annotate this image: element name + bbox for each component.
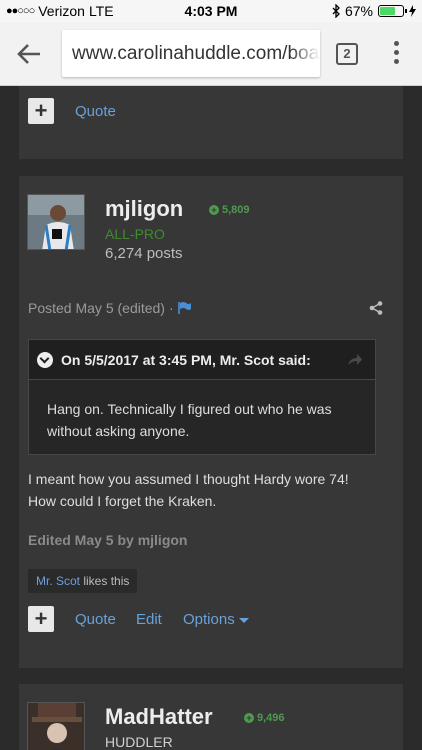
plus-circle-icon: +	[209, 205, 219, 215]
back-arrow-icon[interactable]	[14, 39, 44, 69]
reputation-value: 9,496	[257, 712, 285, 724]
multiquote-plus-button[interactable]: +	[28, 98, 54, 124]
go-to-post-icon[interactable]	[347, 353, 363, 367]
caret-down-icon	[238, 617, 249, 623]
options-menu[interactable]: Options	[183, 611, 249, 628]
battery-fill	[380, 7, 395, 15]
post-count: 6,274 posts	[105, 245, 183, 262]
post-text-line: I meant how you assumed I thought Hardy …	[28, 471, 349, 487]
battery-percent: 67%	[344, 3, 373, 19]
bluetooth-icon	[332, 4, 340, 18]
post-meta: Posted May 5 (edited) ·	[28, 300, 192, 316]
post-author[interactable]: mjligon	[105, 196, 183, 222]
reputation-badge: + 5,809	[209, 204, 250, 216]
url-text: www.carolinahuddle.com/boa	[72, 43, 320, 64]
share-icon[interactable]	[369, 301, 383, 315]
blockquote: On 5/5/2017 at 3:45 PM, Mr. Scot said: H…	[28, 339, 376, 455]
tab-count: 2	[343, 46, 351, 61]
battery-icon	[378, 5, 407, 17]
status-right: 67%	[332, 3, 416, 19]
quote-link[interactable]: Quote	[75, 103, 116, 120]
avatar[interactable]	[27, 702, 85, 750]
member-rank: HUDDLER	[105, 734, 173, 750]
reputation-badge: + 9,496	[244, 712, 285, 724]
status-bar: ●●○○○ Verizon LTE 4:03 PM 67%	[0, 0, 422, 22]
quote-citation: On 5/5/2017 at 3:45 PM, Mr. Scot said:	[61, 351, 311, 368]
avatar[interactable]	[27, 194, 85, 250]
tab-switcher-icon[interactable]: 2	[336, 43, 358, 65]
post: mjligon + 5,809 ALL-PRO 6,274 posts Post…	[19, 176, 403, 668]
charging-icon	[409, 5, 416, 17]
report-flag-icon[interactable]	[177, 302, 192, 314]
post-content: I meant how you assumed I thought Hardy …	[28, 468, 388, 512]
overflow-menu-icon[interactable]	[394, 41, 400, 67]
post-author[interactable]: MadHatter	[105, 704, 213, 730]
plus-circle-icon: +	[244, 713, 254, 723]
quote-link[interactable]: Quote	[75, 611, 116, 628]
posted-date: Posted May 5 (edited)	[28, 300, 165, 316]
quote-header[interactable]: On 5/5/2017 at 3:45 PM, Mr. Scot said:	[29, 340, 375, 380]
edit-link[interactable]: Edit	[136, 611, 162, 628]
reputation-value: 5,809	[222, 204, 250, 216]
meta-separator: ·	[168, 300, 174, 316]
previous-post: + Quote	[19, 86, 403, 159]
member-rank: ALL-PRO	[105, 226, 165, 242]
next-post: MadHatter + 9,496 HUDDLER	[19, 684, 403, 750]
quote-text: Hang on. Technically I figured out who h…	[47, 401, 332, 439]
chevron-down-icon[interactable]	[37, 351, 53, 368]
address-bar[interactable]: www.carolinahuddle.com/boa	[62, 30, 320, 77]
options-label: Options	[183, 611, 235, 628]
likes-suffix: likes this	[80, 574, 130, 588]
browser-toolbar: www.carolinahuddle.com/boa 2	[0, 22, 422, 86]
post-text-line: How could I forget the Kraken.	[28, 493, 217, 509]
multiquote-plus-button[interactable]: +	[28, 606, 54, 632]
reactions-summary: Mr. Scot likes this	[28, 569, 138, 593]
liker-link[interactable]: Mr. Scot	[36, 574, 80, 588]
edited-note: Edited May 5 by mjligon	[28, 532, 188, 548]
